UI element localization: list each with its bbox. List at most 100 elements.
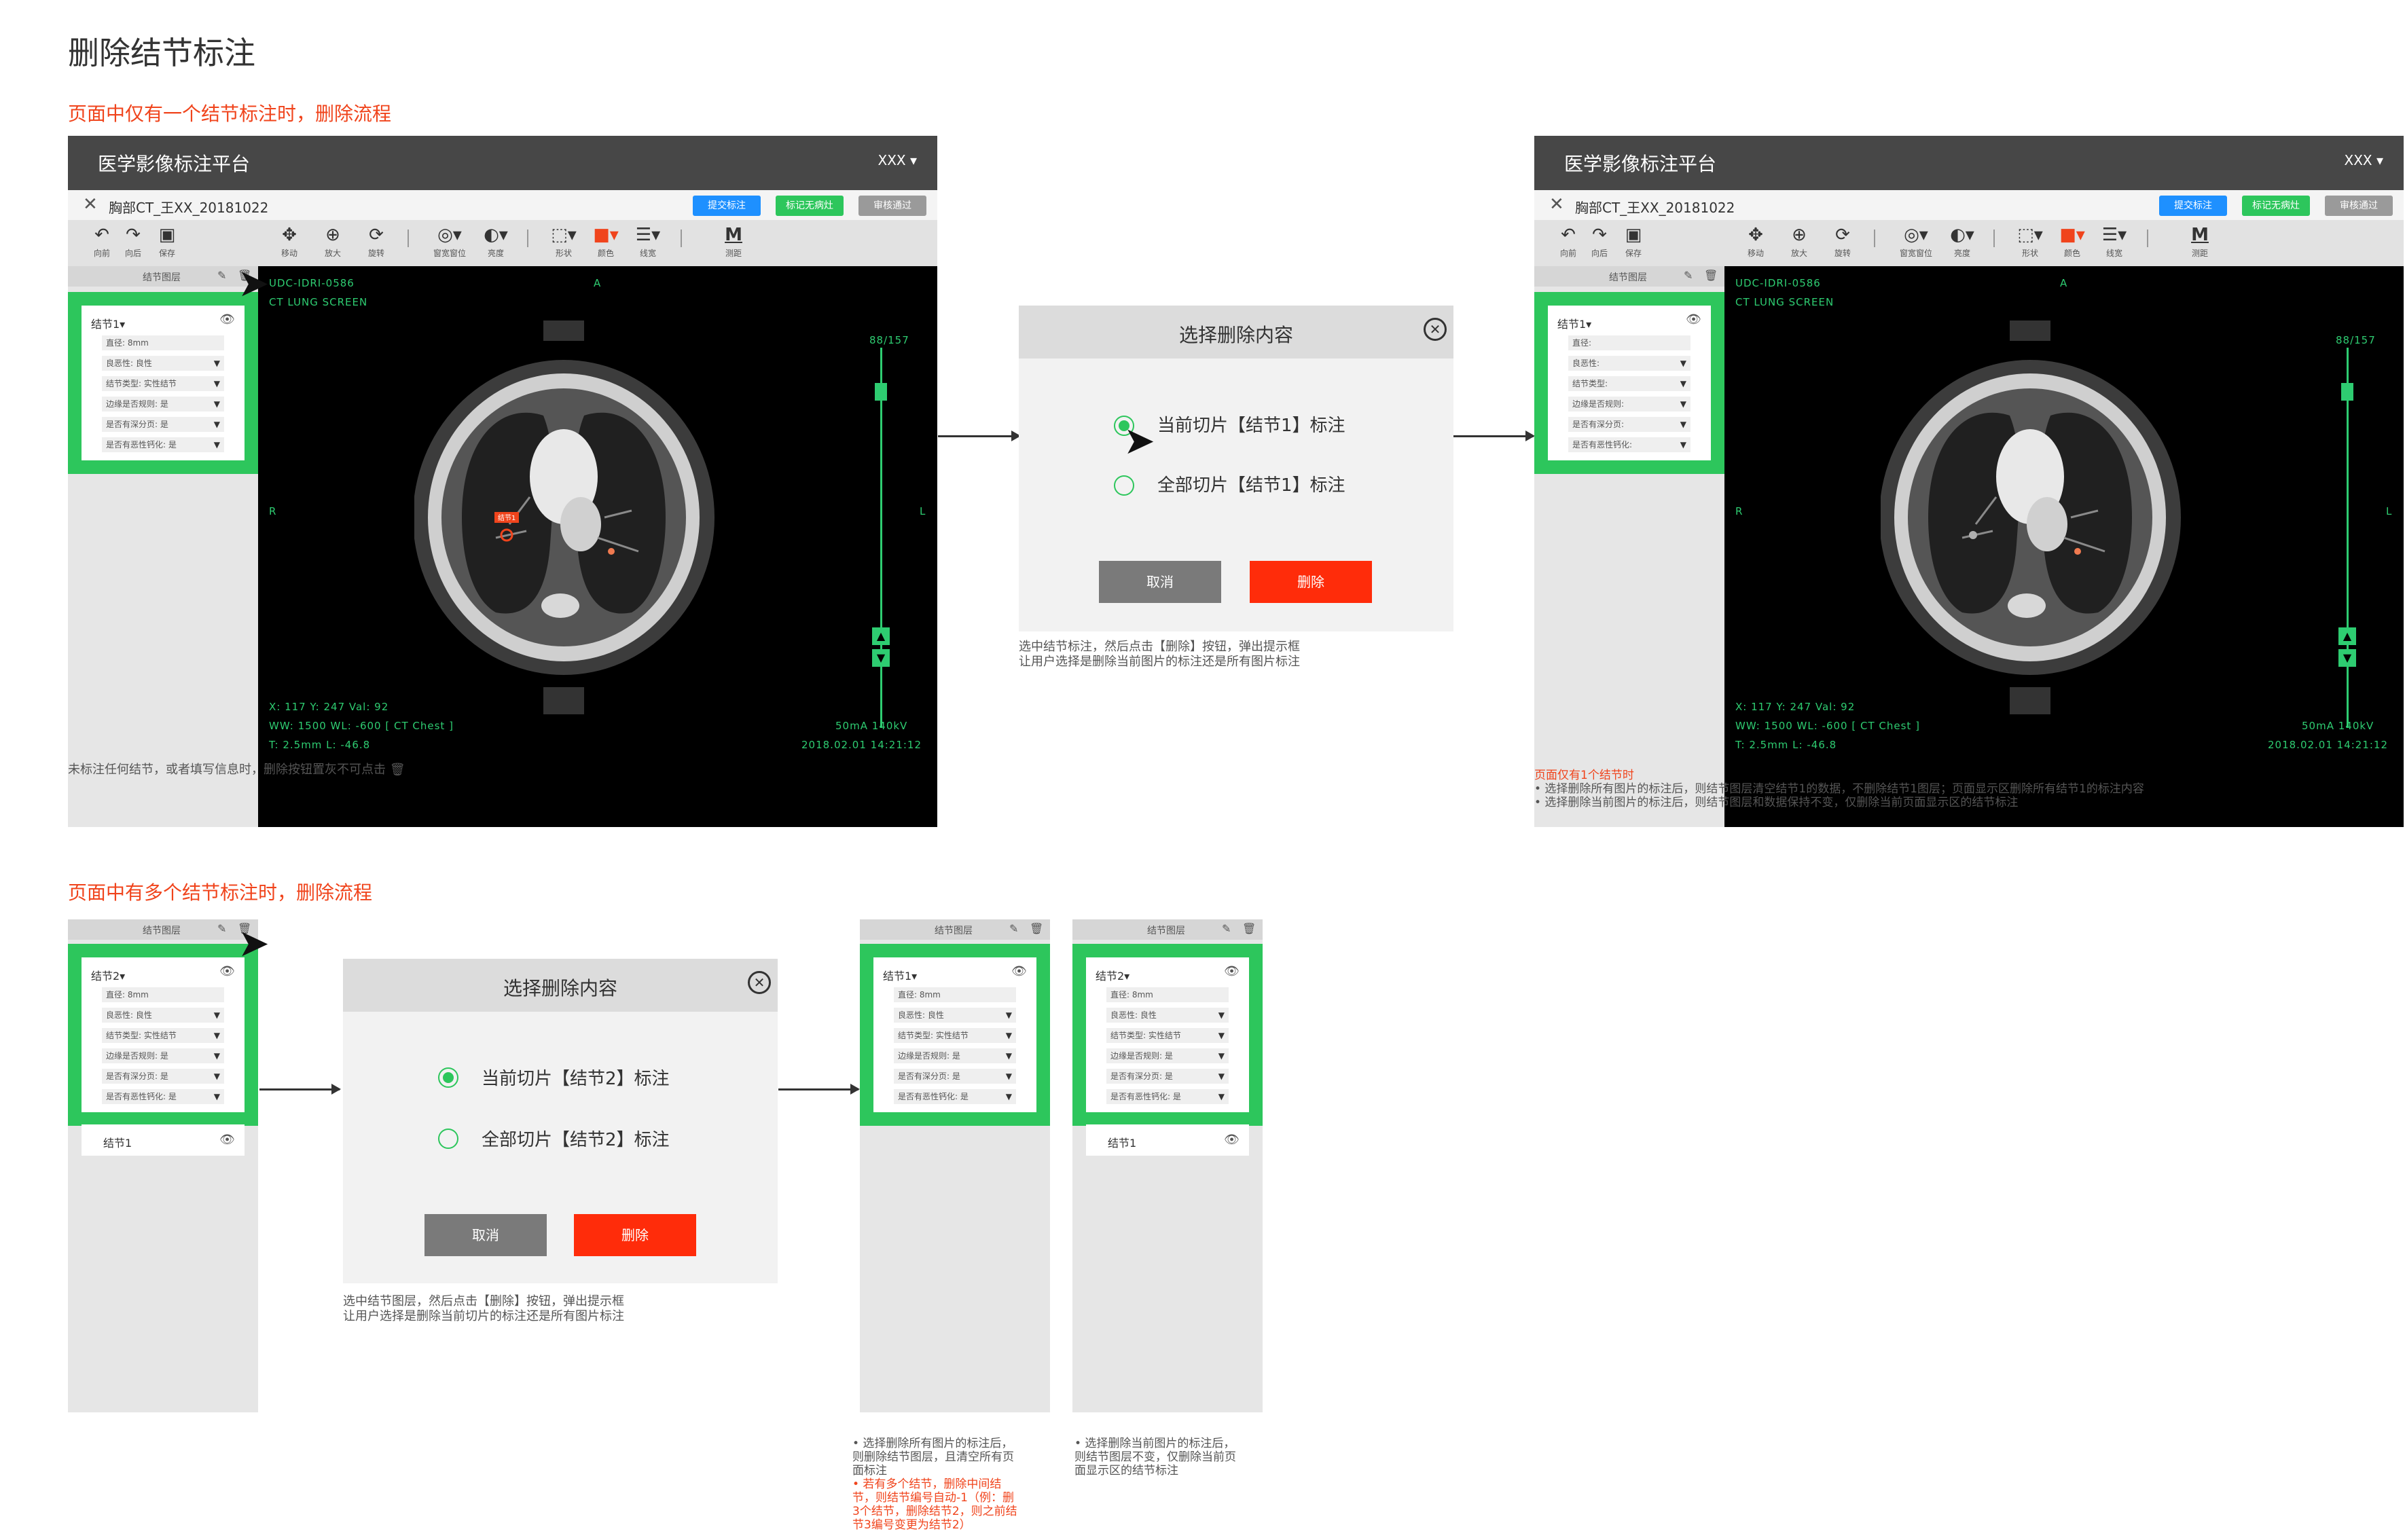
field-diameter[interactable]: 直径: 8mm [102,335,224,350]
radio-current-slice[interactable] [438,1067,458,1088]
field-diameter[interactable]: 直径: 8mm [1106,987,1229,1002]
no-lesion-button[interactable]: 标记无病灶 [2242,196,2310,216]
field-diameter[interactable]: 直径: 8mm [894,987,1016,1002]
close-icon[interactable]: ✕ [748,971,771,994]
user-menu[interactable]: XXX ▾ [878,152,918,168]
nodule-name[interactable]: 结节2▾ [91,967,125,983]
nodule-name[interactable]: 结节1▾ [1557,315,1591,331]
radio-all-slices[interactable] [438,1129,458,1149]
field-calcification[interactable]: 是否有恶性钙化: 是 ▼ [102,1089,224,1104]
approve-button[interactable]: 审核通过 [858,196,926,216]
eye-icon[interactable]: 👁 [1224,964,1240,978]
user-menu[interactable]: XXX ▾ [2345,152,2384,168]
nodule-name[interactable]: 结节1▾ [91,315,125,331]
field-lobulation[interactable]: 是否有深分页: 是 ▼ [102,417,224,432]
zoom-button[interactable]: ⊕ 放大 [319,223,346,259]
nodule-row[interactable]: 结节1 👁 [1086,1124,1249,1156]
slice-slider-handle[interactable] [2341,383,2353,401]
move-button[interactable]: ✥ 移动 [1742,223,1769,259]
trash-icon[interactable]: 🗑 [1704,269,1718,282]
window-reset-button[interactable]: ◎▾ 窗宽窗位 [1894,223,1938,259]
field-margin[interactable]: 边缘是否规则: 是 ▼ [1106,1048,1229,1063]
delete-button[interactable]: 删除 [574,1214,696,1256]
approve-button[interactable]: 审核通过 [2325,196,2393,216]
field-calcification[interactable]: 是否有恶性钙化: 是 ▼ [894,1089,1016,1104]
field-diameter[interactable]: 直径: 8mm [102,987,224,1002]
edit-icon[interactable]: ✎ [1222,922,1231,935]
field-malignancy[interactable]: 良恶性: 良性 ▼ [1106,1008,1229,1023]
brightness-button[interactable]: ◐▾ 亮度 [475,223,516,259]
field-margin[interactable]: 边缘是否规则: 是 ▼ [894,1048,1016,1063]
radio-all-slices[interactable] [1114,475,1134,496]
nodule-card-selected[interactable]: 结节1▾ 👁 直径: 8mm 良恶性: 良性 ▼ 结节类型: 实性结节 ▼ 边缘是否… [860,944,1050,1126]
eye-icon[interactable]: 👁 [219,964,235,978]
nodule-card-selected[interactable]: 结节2▾ 👁 直径: 8mm 良恶性: 良性 ▼ 结节类型: 实性结节 ▼ 边缘是否… [68,944,258,1126]
edit-icon[interactable]: ✎ [1009,922,1018,935]
eye-icon[interactable]: 👁 [1011,964,1027,978]
slice-up-icon[interactable]: ▲ [872,627,890,645]
nodule-card-selected[interactable]: 结节2▾ 👁 直径: 8mm 良恶性: 良性 ▼ 结节类型: 实性结节 ▼ 边缘是否… [1072,944,1263,1126]
field-lobulation[interactable]: 是否有深分页: 是 ▼ [894,1069,1016,1084]
nodule-row[interactable]: 结节1 👁 [82,1124,245,1156]
cancel-button[interactable]: 取消 [424,1214,547,1256]
line-width-button[interactable]: ☰▾ 线宽 [2094,223,2135,259]
field-lobulation[interactable]: 是否有深分页: ▼ [1568,417,1690,432]
ct-viewer[interactable]: UDC-IDRI-0586 CT LUNG SCREEN A P R L 88/… [1724,266,2404,827]
nodule-card-selected[interactable]: 结节1▾ 👁 直径: 良恶性: ▼ 结节类型: ▼ 边缘是否规则: ▼ 是否有深分页:… [1534,292,1724,474]
rotate-button[interactable]: ⟳ 旋转 [1829,223,1856,259]
redo-button[interactable]: ↷ 向后 [1586,223,1613,259]
ct-viewer[interactable]: UDC-IDRI-0586 CT LUNG SCREEN A P R L 88/… [258,266,937,827]
nodule-name[interactable]: 结节2▾ [1096,967,1129,983]
field-lobulation[interactable]: 是否有深分页: 是 ▼ [1106,1069,1229,1084]
field-type[interactable]: 结节类型: 实性结节 ▼ [102,376,224,391]
field-calcification[interactable]: 是否有恶性钙化: 是 ▼ [1106,1089,1229,1104]
edit-icon[interactable]: ✎ [217,269,226,282]
slice-down-icon[interactable]: ▼ [872,649,890,667]
eye-icon[interactable]: 👁 [219,1133,235,1147]
close-file-icon[interactable]: ✕ [83,194,98,215]
nodule-card-selected[interactable]: 结节1▾ 👁 直径: 8mm 良恶性: 良性 ▼ 结节类型: 实性结节 ▼ 边缘是否… [68,292,258,474]
eye-icon[interactable]: 👁 [1224,1133,1240,1147]
no-lesion-button[interactable]: 标记无病灶 [776,196,844,216]
field-calcification[interactable]: 是否有恶性钙化: 是 ▼ [102,437,224,452]
zoom-button[interactable]: ⊕ 放大 [1786,223,1813,259]
redo-button[interactable]: ↷ 向后 [120,223,147,259]
measure-button[interactable]: M 测距 [720,223,747,259]
field-type[interactable]: 结节类型: 实性结节 ▼ [1106,1028,1229,1043]
slice-slider-handle[interactable] [875,383,887,401]
field-malignancy[interactable]: 良恶性: 良性 ▼ [102,356,224,371]
color-button[interactable]: ■▾ 颜色 [2052,223,2093,259]
field-margin[interactable]: 边缘是否规则: ▼ [1568,397,1690,411]
measure-button[interactable]: M 测距 [2186,223,2213,259]
window-reset-button[interactable]: ◎▾ 窗宽窗位 [428,223,471,259]
shape-button[interactable]: ⬚▾ 形状 [2010,223,2050,259]
save-button[interactable]: ▣ 保存 [153,223,181,259]
undo-button[interactable]: ↶ 向前 [1555,223,1582,259]
line-width-button[interactable]: ☰▾ 线宽 [628,223,668,259]
edit-icon[interactable]: ✎ [1684,269,1693,282]
cancel-button[interactable]: 取消 [1099,561,1221,603]
shape-button[interactable]: ⬚▾ 形状 [543,223,584,259]
close-icon[interactable]: ✕ [1424,318,1447,341]
close-file-icon[interactable]: ✕ [1549,194,1564,215]
slice-up-icon[interactable]: ▲ [2338,627,2356,645]
trash-icon[interactable]: 🗑 [1030,922,1043,935]
field-type[interactable]: 结节类型: 实性结节 ▼ [894,1028,1016,1043]
field-malignancy[interactable]: 良恶性: ▼ [1568,356,1690,371]
rotate-button[interactable]: ⟳ 旋转 [363,223,390,259]
color-button[interactable]: ■▾ 颜色 [585,223,626,259]
eye-icon[interactable]: 👁 [219,312,235,327]
save-button[interactable]: ▣ 保存 [1620,223,1647,259]
field-malignancy[interactable]: 良恶性: 良性 ▼ [102,1008,224,1023]
submit-button[interactable]: 提交标注 [693,196,761,216]
field-lobulation[interactable]: 是否有深分页: 是 ▼ [102,1069,224,1084]
slice-down-icon[interactable]: ▼ [2338,649,2356,667]
move-button[interactable]: ✥ 移动 [276,223,303,259]
eye-icon[interactable]: 👁 [1686,312,1701,327]
nodule-name[interactable]: 结节1▾ [883,967,917,983]
submit-button[interactable]: 提交标注 [2159,196,2227,216]
field-type[interactable]: 结节类型: ▼ [1568,376,1690,391]
field-diameter[interactable]: 直径: [1568,335,1690,350]
field-margin[interactable]: 边缘是否规则: 是 ▼ [102,1048,224,1063]
slice-slider-track[interactable] [880,348,882,728]
